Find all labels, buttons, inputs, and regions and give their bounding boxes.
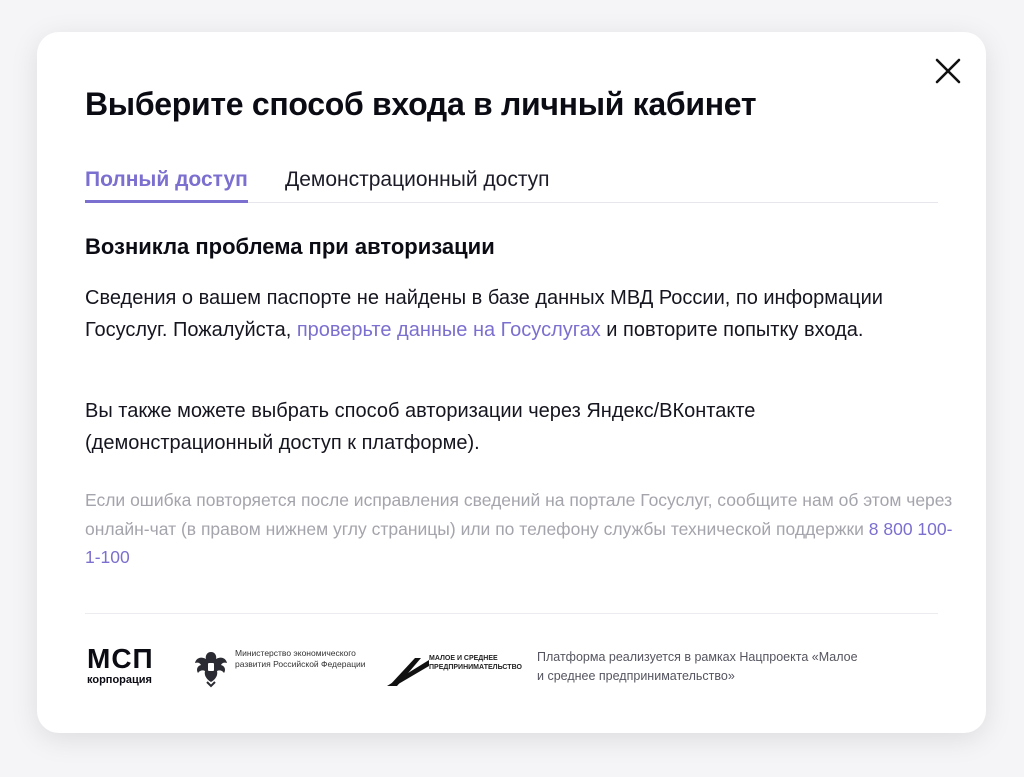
alternative-auth-text: Вы также можете выбрать способ авторизац…: [85, 400, 756, 454]
error-heading: Возникла проблема при авторизации: [85, 234, 495, 259]
login-method-modal: Выберите способ входа в личный кабинет П…: [37, 32, 986, 733]
check-gosuslugi-link[interactable]: проверьте данные на Госуслугах: [297, 319, 601, 341]
msb-logo-text: МАЛОЕ И СРЕДНЕЕ ПРЕДПРИНИМАТЕЛЬСТВО: [429, 655, 522, 671]
support-note-text: Если ошибка повторяется после исправлени…: [85, 490, 953, 539]
footer-divider: [85, 613, 938, 614]
ministry-label: Министерство экономического развития Рос…: [235, 648, 366, 669]
access-tabs: Полный доступ Демонстрационный доступ: [85, 162, 938, 203]
tab-full-access[interactable]: Полный доступ: [85, 166, 248, 203]
msp-logo-mark: МСП: [87, 643, 154, 674]
close-icon: [935, 58, 961, 84]
msp-corporation-logo: МСП корпорация: [85, 643, 177, 688]
support-note: Если ошибка повторяется после исправлени…: [85, 486, 955, 572]
close-button[interactable]: [931, 54, 965, 88]
modal-title: Выберите способ входа в личный кабинет: [85, 86, 757, 122]
msp-logo-caption: корпорация: [87, 674, 152, 686]
platform-note: Платформа реализуется в рамках Нацпроект…: [537, 650, 858, 683]
coat-of-arms-icon: [195, 652, 227, 688]
footer: МСП корпорация Министерство экономическо…: [85, 643, 945, 696]
error-message: Сведения о вашем паспорте не найдены в б…: [85, 282, 885, 346]
tab-demo-access[interactable]: Демонстрационный доступ: [285, 166, 550, 203]
error-message-tail: и повторите попытку входа.: [600, 319, 864, 341]
msb-national-project-icon: [387, 658, 429, 686]
